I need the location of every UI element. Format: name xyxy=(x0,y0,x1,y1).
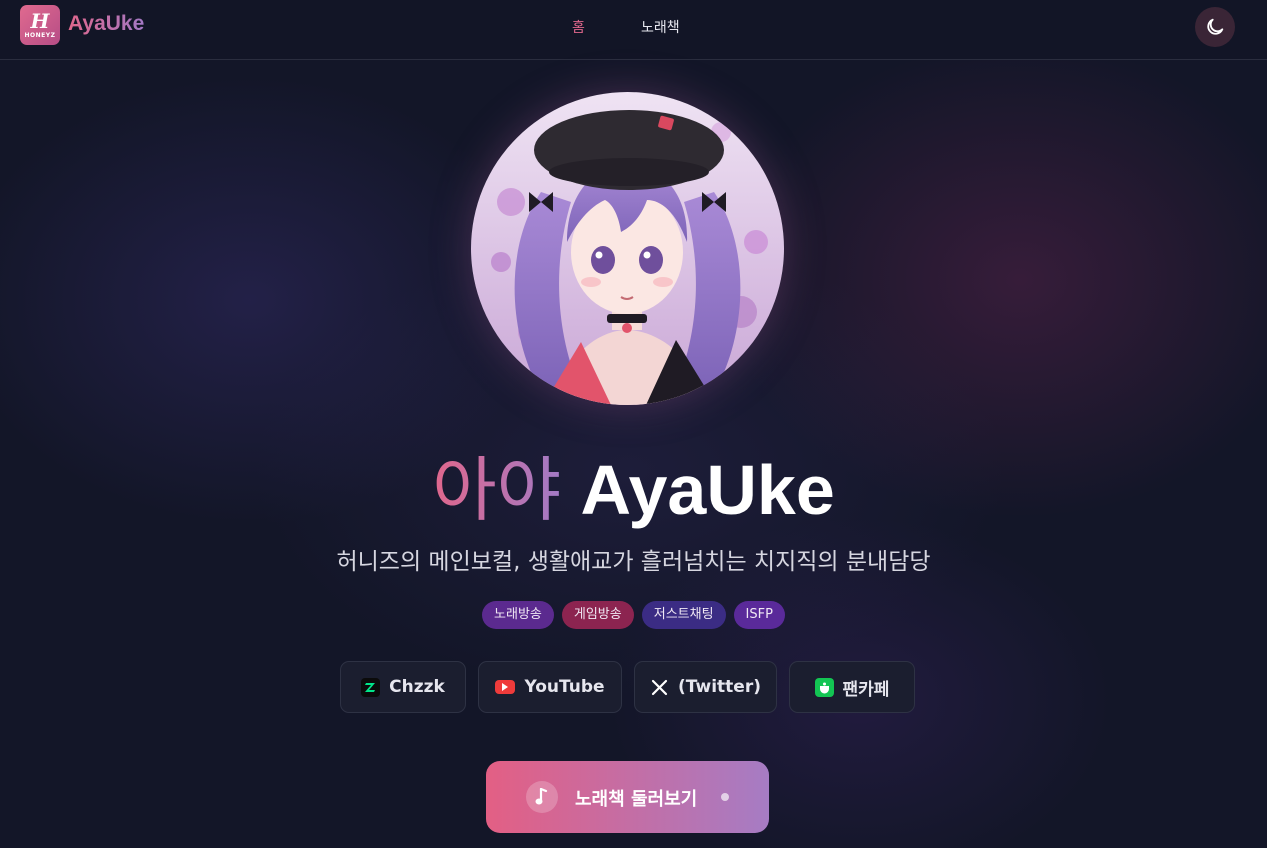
fancafe-link-button[interactable]: 팬카페 xyxy=(789,661,915,713)
browse-songbook-label: 노래책 둘러보기 xyxy=(575,789,698,810)
cta-dot xyxy=(721,793,729,801)
profile-title: 아야 AyaUke xyxy=(0,448,1267,532)
tag-singing: 노래방송 xyxy=(482,601,554,629)
avatar-illustration xyxy=(471,92,784,405)
chzzk-label: Chzzk xyxy=(389,677,445,697)
fancafe-icon xyxy=(814,677,834,697)
top-navbar: H HONEYZ AyaUke 홈 노래책 xyxy=(0,0,1267,60)
brand-name[interactable]: AyaUke xyxy=(68,12,144,36)
profile-subtitle: 허니즈의 메인보컬, 생활애교가 흘러넘치는 치지직의 분내담당 xyxy=(336,549,931,575)
browse-songbook-button[interactable]: 노래책 둘러보기 xyxy=(486,761,769,833)
twitter-link-button[interactable]: (Twitter) xyxy=(634,661,777,713)
logo-icon[interactable]: H HONEYZ xyxy=(20,5,60,45)
nav-link-songbook[interactable]: 노래책 xyxy=(641,17,680,37)
tag-gaming: 게임방송 xyxy=(561,601,634,629)
tag-list: 노래방송 게임방송 저스트채팅 ISFP xyxy=(0,601,1267,629)
youtube-icon xyxy=(495,680,516,694)
youtube-label: YouTube xyxy=(524,677,605,697)
logo-mark: H xyxy=(30,9,50,33)
logo-sub: HONEYZ xyxy=(24,32,56,39)
x-icon xyxy=(650,678,669,697)
chzzk-link-button[interactable]: Chzzk xyxy=(340,661,466,713)
profile-avatar xyxy=(471,92,784,405)
twitter-label: (Twitter) xyxy=(678,677,761,697)
music-note-icon xyxy=(526,781,558,813)
nav-link-home[interactable]: 홈 xyxy=(572,17,585,37)
title-korean: 아야 xyxy=(432,449,562,531)
theme-toggle-button[interactable] xyxy=(1195,7,1235,47)
tag-just-chatting: 저스트채팅 xyxy=(641,601,726,629)
tag-mbti: ISFP xyxy=(733,601,785,629)
title-english: AyaUke xyxy=(580,451,835,529)
chzzk-icon xyxy=(361,677,381,697)
moon-icon xyxy=(1207,18,1224,35)
fancafe-label: 팬카페 xyxy=(842,679,890,700)
youtube-link-button[interactable]: YouTube xyxy=(478,661,622,713)
